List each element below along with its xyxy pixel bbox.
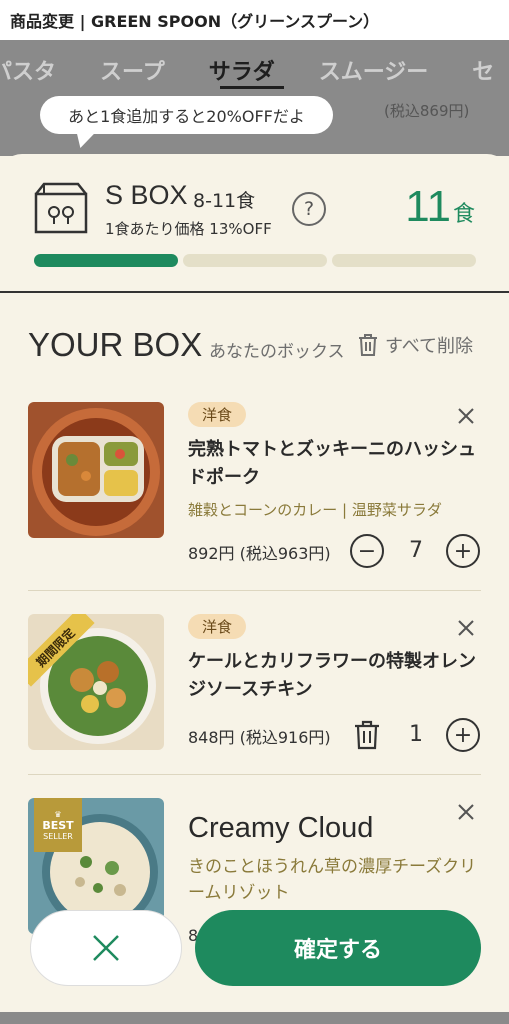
meal-count-unit: 食 (452, 202, 475, 227)
box-header: S BOX 8-11食 1食あたり価格 13%OFF ? 11 食 (0, 154, 509, 291)
box-progress-bar (34, 254, 476, 267)
item-sides: 雑穀とコーンのカレー | 温野菜サラダ (188, 501, 442, 519)
delete-all-label: すべて削除 (385, 336, 474, 357)
item-image (28, 402, 164, 538)
tab-smoothie[interactable]: スムージー (319, 54, 429, 86)
confirm-button[interactable]: 確定する (195, 910, 481, 986)
meal-count: 11 食 (405, 182, 475, 232)
tooltip-text: あと1食追加すると20%OFFだよ (68, 107, 305, 126)
item-name: Creamy Cloud (188, 812, 374, 844)
help-icon-glyph: ? (303, 198, 315, 220)
tab-set[interactable]: セ (472, 54, 494, 86)
active-tab-indicator (220, 86, 284, 89)
item-divider (28, 774, 481, 775)
item-price: 848円 (税込916円) (188, 728, 331, 747)
plus-icon: + (453, 538, 473, 564)
item-divider (28, 590, 481, 591)
tab-soup[interactable]: スープ (100, 54, 165, 86)
best-seller-line2: SELLER (43, 831, 73, 841)
item-name: ケールとカリフラワーの特製オレンジソースチキン (188, 651, 476, 700)
bottom-action-bar: 確定する (0, 906, 509, 996)
cancel-button[interactable] (30, 910, 182, 986)
best-seller-ribbon: ♛ BEST SELLER (34, 798, 82, 852)
category-badge: 洋食 (188, 614, 247, 639)
item-name: 完熟トマトとズッキーニのハッシュドポーク (188, 439, 476, 488)
progress-segment (183, 254, 327, 267)
category-tabs: パスタ スープ サラダ スムージー セ (0, 54, 494, 86)
best-seller-line1: BEST (42, 818, 74, 832)
tab-pasta[interactable]: パスタ (0, 54, 56, 86)
background-price: (税込869円) (384, 102, 470, 120)
item-image: 期間限定 (28, 614, 164, 750)
item-quantity: 1 (409, 722, 423, 747)
box-discount: 1食あたり価格 13%OFF (105, 220, 272, 238)
trash-icon (359, 334, 377, 356)
box-range: 8-11食 (193, 190, 256, 212)
cart-item: 洋食 完熟トマトとズッキーニのハッシュドポーク 雑穀とコーンのカレー | 温野菜… (28, 402, 481, 568)
meal-count-number: 11 (405, 182, 451, 231)
increase-quantity-button[interactable]: + (446, 718, 480, 752)
help-icon[interactable]: ? (292, 192, 326, 226)
your-box-subtitle: あなたのボックス (209, 342, 345, 362)
cart-sheet: S BOX 8-11食 1食あたり価格 13%OFF ? 11 食 YOUR B… (0, 154, 509, 1024)
title-bar-text: 商品変更 | GREEN SPOON（グリーンスプーン） (10, 12, 380, 31)
progress-segment (332, 254, 476, 267)
box-icon (34, 182, 88, 234)
close-icon (93, 935, 119, 961)
your-box-title: YOUR BOX (28, 326, 203, 363)
increase-quantity-button[interactable]: + (446, 534, 480, 568)
confirm-label: 確定する (293, 938, 382, 963)
tab-salad[interactable]: サラダ (209, 54, 275, 86)
remove-item-icon[interactable] (456, 406, 476, 426)
box-name: S BOX (105, 180, 188, 210)
crown-icon: ♛ (54, 809, 62, 819)
item-price: 892円 (税込963円) (188, 544, 331, 563)
title-bar: 商品変更 | GREEN SPOON（グリーンスプーン） (0, 0, 509, 40)
minus-icon: − (357, 538, 377, 564)
progress-segment (34, 254, 178, 267)
cart-item: 期間限定 洋食 ケールとカリフラワーの特製オレンジソースチキン 848円 (税込… (28, 614, 481, 774)
item-sides: きのことほうれん草の濃厚チーズクリームリゾット (188, 857, 477, 903)
item-quantity: 7 (409, 538, 423, 563)
bottom-edge (0, 1012, 509, 1024)
remove-item-icon[interactable] (456, 618, 476, 638)
decrease-quantity-button[interactable]: − (350, 534, 384, 568)
remove-one-button[interactable] (350, 718, 384, 752)
header-divider (0, 291, 509, 293)
category-badge: 洋食 (188, 402, 247, 427)
plus-icon: + (453, 722, 473, 748)
delete-all-button[interactable]: すべて削除 (357, 332, 473, 358)
remove-item-icon[interactable] (456, 802, 476, 822)
trash-icon (355, 720, 379, 750)
